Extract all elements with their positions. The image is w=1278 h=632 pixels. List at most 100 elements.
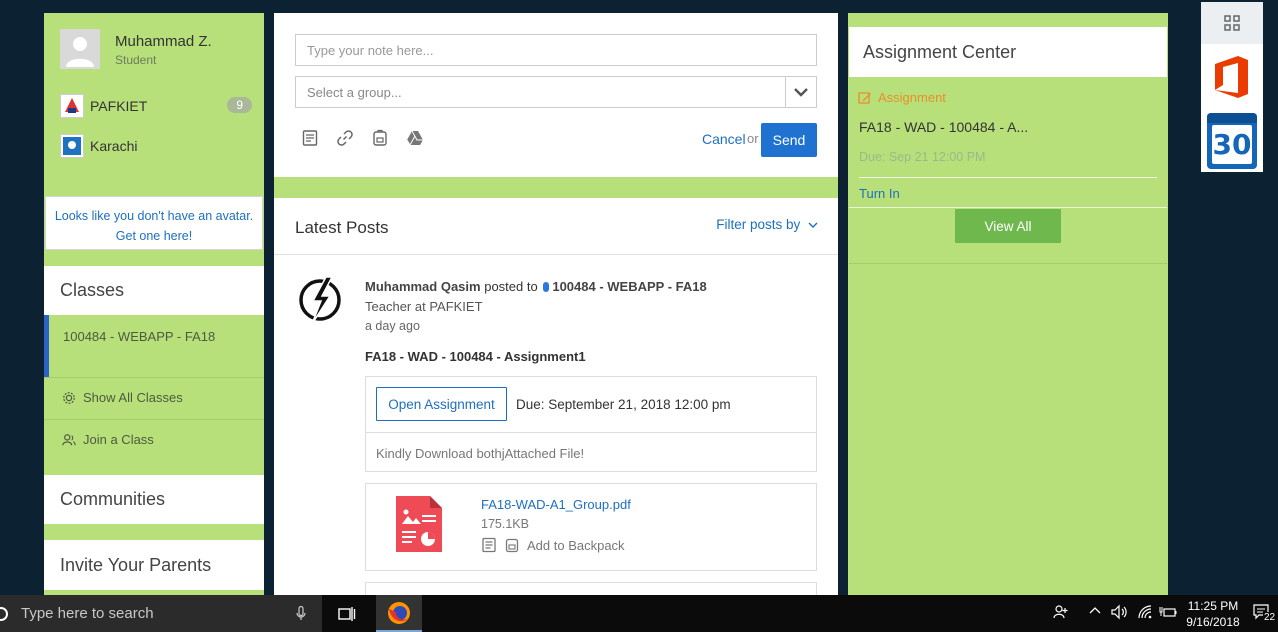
chevron-up-icon[interactable] (1089, 604, 1101, 618)
composer-toolbar (301, 129, 424, 147)
assignment-tag-label: Assignment (878, 90, 946, 105)
assignment-card: Assignment FA18 - WAD - 100484 - A... Du… (849, 77, 1167, 264)
note-icon[interactable] (481, 537, 497, 553)
action-center-icon[interactable]: 22 (1253, 604, 1277, 624)
file-actions: Add to Backpack (481, 537, 625, 553)
school-label: PAFKIET (90, 98, 148, 114)
join-class-label: Join a Class (83, 432, 154, 447)
next-attachment (365, 582, 817, 595)
communities-heading[interactable]: Communities (44, 475, 264, 524)
backpack-icon[interactable] (504, 537, 520, 553)
notification-count-badge: 9 (227, 97, 252, 113)
volume-icon[interactable] (1111, 604, 1129, 620)
profile-role: Student (115, 53, 157, 67)
google-drive-icon[interactable] (406, 129, 424, 147)
backpack-icon[interactable] (371, 129, 389, 147)
chevron-down-icon (808, 222, 818, 228)
assignment-title-link[interactable]: FA18 - WAD - 100484 - A... (859, 119, 1028, 135)
latest-posts-panel: Latest Posts Filter posts by Muhammad Qa… (274, 198, 838, 595)
pafkiet-logo-icon (60, 94, 84, 118)
task-view-icon[interactable] (338, 606, 356, 622)
profile-name[interactable]: Muhammad Z. (115, 33, 212, 50)
divider (859, 177, 1157, 178)
wifi-icon[interactable] (1137, 604, 1153, 620)
app-strip: 30 (1201, 2, 1263, 172)
group-color-icon (543, 282, 550, 292)
profile-card: Muhammad Z. Student PAFKIET 9 Karachi (44, 13, 264, 168)
notification-count: 22 (1263, 612, 1277, 623)
right-sidebar: Assignment Center Assignment FA18 - WAD … (848, 13, 1168, 595)
karachi-logo-icon (60, 134, 84, 158)
assignment-description: Kindly Download bothjAttached File! (366, 432, 816, 472)
cancel-link[interactable]: Cancel (702, 131, 746, 147)
assignment-center-heading: Assignment Center (849, 27, 1167, 77)
view-all-button[interactable]: View All (955, 209, 1061, 243)
add-to-backpack-link[interactable]: Add to Backpack (527, 538, 625, 553)
taskbar-clock[interactable]: 11:25 PM 9/16/2018 (1183, 598, 1243, 630)
posted-to-text: posted to (484, 279, 538, 294)
filter-posts-label: Filter posts by (716, 217, 801, 232)
firefox-icon (388, 601, 410, 624)
calendar-icon[interactable]: 30 (1207, 113, 1257, 169)
post-timestamp[interactable]: a day ago (365, 319, 420, 333)
school-item-pafkiet[interactable]: PAFKIET 9 (60, 94, 252, 118)
school-item-karachi[interactable]: Karachi (60, 134, 252, 158)
windows-taskbar: Type here to search 11:25 PM 9/16/2018 2… (0, 595, 1278, 632)
taskbar-date: 9/16/2018 (1186, 615, 1240, 629)
poster-avatar-flash-icon[interactable] (296, 274, 344, 326)
post-author-role: Teacher at PAFKIET (365, 299, 483, 314)
send-button[interactable]: Send (761, 123, 817, 157)
assignment-attachment: Open Assignment Due: September 21, 2018 … (365, 376, 817, 472)
edit-icon (858, 91, 871, 104)
cortana-icon[interactable] (0, 606, 8, 621)
assignment-due: Due: Sep 21 12:00 PM (859, 150, 986, 164)
calendar-header (1207, 113, 1257, 123)
users-icon (62, 433, 76, 445)
divider (849, 207, 1167, 208)
show-all-classes-label: Show All Classes (83, 390, 183, 405)
calendar-day: 30 (1212, 125, 1252, 164)
office-365-icon[interactable] (1201, 46, 1263, 108)
post-composer: Select a group... Cancel or Send (274, 13, 838, 177)
assignment-tag: Assignment (858, 90, 946, 105)
post-title: FA18 - WAD - 100484 - Assignment1 (365, 349, 586, 364)
taskbar-search-placeholder: Type here to search (21, 605, 154, 622)
taskbar-search-box[interactable]: Type here to search (0, 595, 322, 632)
school-label: Karachi (90, 138, 138, 154)
gear-icon (63, 391, 75, 404)
taskbar-time: 11:25 PM (1187, 599, 1239, 613)
post-byline: Muhammad Qasim posted to 100484 - WEBAPP… (365, 279, 707, 294)
note-icon[interactable] (301, 129, 319, 147)
classes-heading: Classes (44, 266, 264, 315)
class-item-webapp[interactable]: 100484 - WEBAPP - FA18 (44, 315, 264, 377)
join-class-link[interactable]: Join a Class (44, 419, 264, 459)
avatar[interactable] (60, 29, 100, 69)
battery-icon[interactable] (1159, 604, 1177, 620)
firefox-taskbar-button[interactable] (376, 595, 422, 632)
file-name-link[interactable]: FA18-WAD-A1_Group.pdf (481, 497, 631, 512)
file-size: 175.1KB (481, 517, 529, 531)
chevron-down-icon[interactable] (785, 77, 816, 107)
turn-in-link[interactable]: Turn In (859, 186, 900, 201)
post-group-link[interactable]: 100484 - WEBAPP - FA18 (552, 279, 706, 294)
note-input[interactable] (295, 34, 817, 66)
left-sidebar: Muhammad Z. Student PAFKIET 9 Karachi Lo… (44, 13, 264, 595)
show-all-classes-link[interactable]: Show All Classes (44, 377, 264, 417)
posts-header: Latest Posts Filter posts by (274, 198, 838, 255)
people-icon[interactable] (1053, 604, 1069, 620)
post-author-link[interactable]: Muhammad Qasim (365, 279, 481, 294)
presentation-file-icon[interactable] (394, 494, 444, 554)
filter-posts-dropdown[interactable]: Filter posts by (716, 217, 818, 232)
microphone-icon[interactable] (296, 606, 306, 621)
open-assignment-button[interactable]: Open Assignment (376, 387, 507, 421)
assignment-due-date: Due: September 21, 2018 12:00 pm (516, 397, 731, 412)
link-icon[interactable] (336, 129, 354, 147)
user-placeholder-icon (60, 29, 100, 69)
or-text: or (747, 131, 759, 146)
apps-grid-icon[interactable] (1201, 2, 1263, 44)
main-feed: Select a group... Cancel or Send Latest … (274, 13, 838, 595)
avatar-prompt-link[interactable]: Looks like you don't have an avatar. Get… (45, 196, 263, 250)
group-select-placeholder: Select a group... (307, 84, 402, 100)
invite-parents-heading[interactable]: Invite Your Parents (44, 540, 264, 590)
group-select[interactable]: Select a group... (295, 76, 817, 108)
